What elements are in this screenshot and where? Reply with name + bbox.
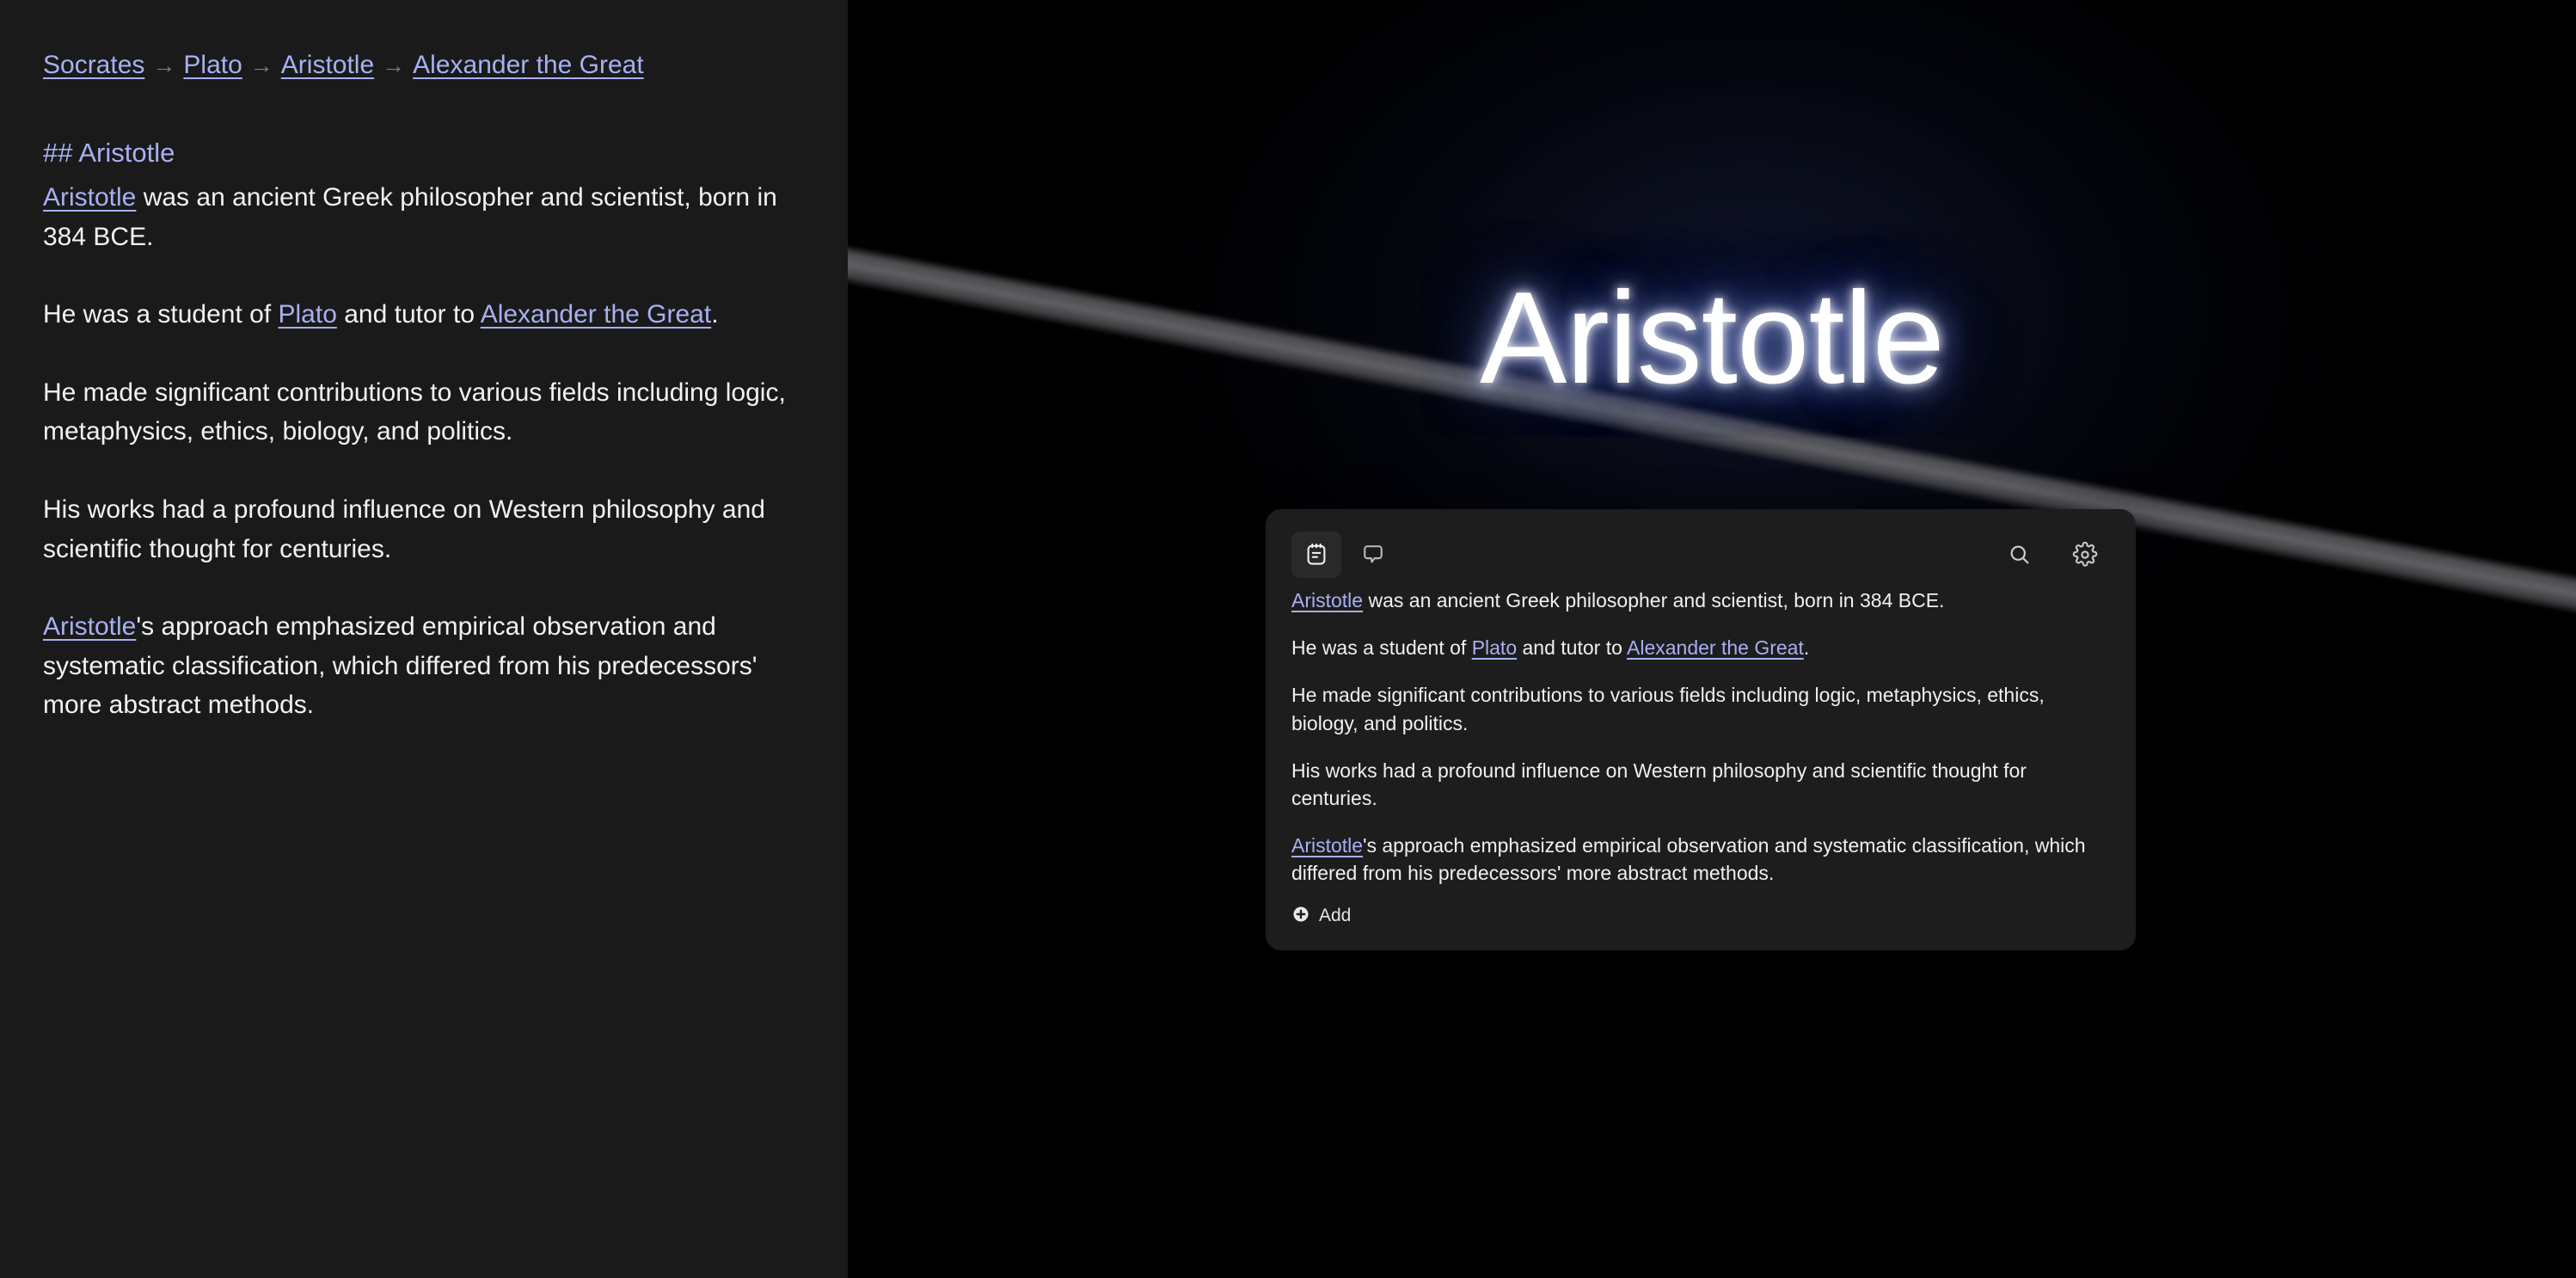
entity-link-alexander-the-great[interactable]: Alexander the Great [481,300,712,329]
search-button[interactable] [1995,531,2045,578]
document-paragraph-p1: Aristotle was an ancient Greek philosoph… [43,182,777,251]
document-panel: Socrates → Plato → Aristotle → Alexander the G… [0,0,848,1278]
card-paragraph-c3: He made significant contributions to var… [1291,684,2045,734]
document-paragraph-p2: He was a student of Plato and tutor to A… [43,300,719,329]
comment-icon [1360,542,1386,568]
card-paragraph-c1: Aristotle was an ancient Greek philosoph… [1291,589,1945,611]
card-paragraph-c2: He was a student of Plato and tutor to A… [1291,636,1810,660]
entity-link-plato[interactable]: Plato [1472,636,1517,659]
breadcrumb-item-alexander-the-great[interactable]: Alexander the Great [413,51,644,79]
card-body: Aristotle was an ancient Greek philosoph… [1291,587,2110,888]
preview-stage: Aristotle Aristotle was an ancient Greek… [848,0,2576,1278]
note-popup-card: Aristotle was an ancient Greek philosoph… [1266,509,2136,950]
document-paragraph-p5: Aristotle's approach emphasized empirica… [43,612,757,720]
card-toolbar-right-group [1995,531,2110,578]
gear-icon [2072,542,2098,568]
notes-tab-button[interactable] [1291,531,1341,578]
entity-link-alexander-the-great[interactable]: Alexander the Great [1627,636,1804,659]
markdown-heading: ## Aristotle [43,138,175,168]
document-body: Aristotle was an ancient Greek philosoph… [43,178,805,725]
breadcrumb-separator: → [152,52,176,78]
breadcrumb-separator: → [249,52,273,78]
entity-link-aristotle[interactable]: Aristotle [1291,834,1363,857]
document-paragraph-p3: He made significant contributions to var… [43,378,786,446]
breadcrumb-item-aristotle[interactable]: Aristotle [281,51,374,79]
add-button[interactable]: Add [1291,905,1351,928]
notes-icon [1303,542,1329,568]
search-icon [2007,542,2033,568]
entity-link-aristotle[interactable]: Aristotle [43,612,136,641]
card-toolbar [1291,528,2110,581]
add-button-label: Add [1319,906,1352,925]
card-paragraph-c4: His works had a profound influence on We… [1291,759,2027,809]
document-paragraph-p4: His works had a profound influence on We… [43,495,765,563]
breadcrumb-separator: → [382,52,406,78]
breadcrumb: Socrates → Plato → Aristotle → Alexander the G… [43,50,805,81]
app-root: Socrates → Plato → Aristotle → Alexander the G… [0,0,2576,1278]
comments-tab-button[interactable] [1348,531,1398,578]
card-toolbar-left-group [1291,531,1398,578]
hero-title: Aristotle [1479,265,1945,411]
breadcrumb-item-plato[interactable]: Plato [183,51,242,79]
plus-circle-icon [1291,905,1310,928]
breadcrumb-item-socrates[interactable]: Socrates [43,51,144,79]
entity-link-aristotle[interactable]: Aristotle [43,183,136,212]
settings-button[interactable] [2060,531,2110,578]
card-paragraph-c5: Aristotle's approach emphasized empirica… [1291,834,2086,885]
entity-link-aristotle[interactable]: Aristotle [1291,589,1363,611]
entity-link-plato[interactable]: Plato [279,300,337,329]
